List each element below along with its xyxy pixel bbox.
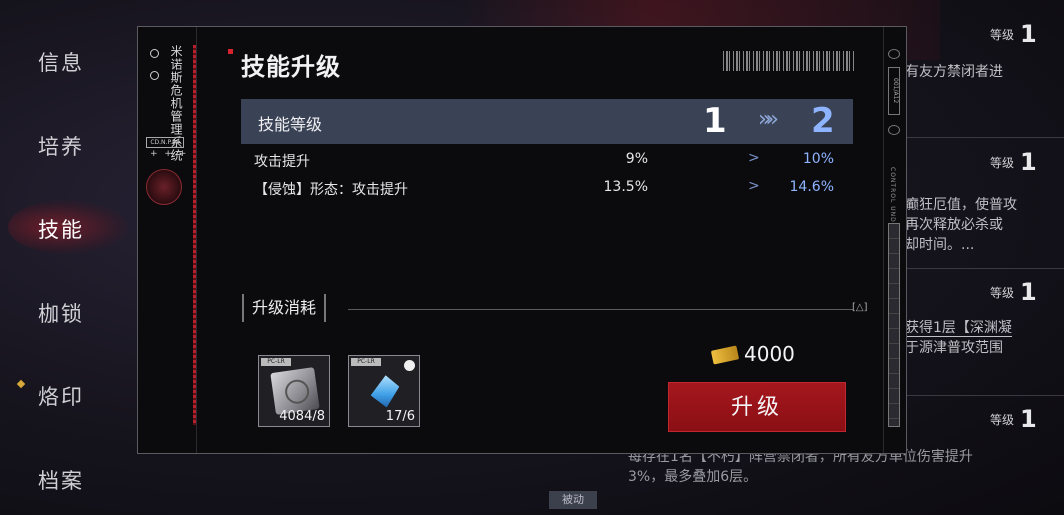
divider xyxy=(348,309,853,310)
left-nav: 信息 培养 技能 枷锁 烙印 档案 xyxy=(0,0,130,515)
stat-new-value: 14.6% xyxy=(789,179,834,195)
item-tag: PC-LR xyxy=(351,358,381,366)
level-indicator: 等级 1 xyxy=(990,20,1037,48)
stat-name: 【侵蚀】形态：攻击提升 xyxy=(254,182,408,198)
skill-desc-text: 于源津普攻范围 xyxy=(905,340,1003,356)
next-level: 2 xyxy=(811,101,835,141)
item-count: 4084/8 xyxy=(279,409,325,424)
modal-title: 技能升级 xyxy=(241,53,341,81)
unit-label: 001/A12 xyxy=(888,67,900,115)
divider xyxy=(905,137,1064,138)
blue-crystal-icon xyxy=(369,373,402,409)
nav-item-archive[interactable]: 档案 xyxy=(38,465,84,495)
red-stripe xyxy=(193,45,196,425)
double-chevron-icon: »» xyxy=(758,107,779,132)
stat-old-value: 9% xyxy=(625,151,648,167)
skill-desc-text: 有友方禁闭者进 xyxy=(905,64,1003,80)
skill-level-label: 技能等级 xyxy=(258,115,323,134)
modal-side-strip: 米诺斯危机管理系统 CD.N.P.58 + + + xyxy=(138,27,197,453)
upgrade-button[interactable]: 升级 xyxy=(668,382,846,432)
barcode-decoration xyxy=(723,51,855,71)
level-indicator: 等级 1 xyxy=(990,405,1037,433)
skill-desc-text: 再次释放必杀或 xyxy=(905,217,1003,233)
stat-row: 攻击提升 9% > 10% xyxy=(254,150,854,173)
background-skill-list: 等级 1 有友方禁闭者进 等级 1 癫狂厄值，使普攻 再次释放必杀或 却时间。...… xyxy=(905,0,1064,515)
currency-icon xyxy=(710,345,740,365)
item-tag: PC-LR xyxy=(261,358,291,366)
stat-row: 【侵蚀】形态：攻击提升 13.5% > 14.6% xyxy=(254,178,854,201)
skill-level-bar: 技能等级 1 »» 2 xyxy=(241,99,853,144)
item-count: 17/6 xyxy=(385,409,415,424)
new-indicator-icon xyxy=(16,379,26,389)
nav-item-skill[interactable]: 技能 xyxy=(38,214,84,244)
nav-item-brand[interactable]: 烙印 xyxy=(38,381,84,411)
nav-item-info[interactable]: 信息 xyxy=(38,47,84,77)
plus-icons: + + + xyxy=(150,149,189,159)
info-badge-icon xyxy=(404,360,415,371)
currency-cost: 4000 xyxy=(744,342,795,366)
warning-icon: [△] xyxy=(852,302,868,313)
current-level: 1 xyxy=(703,101,727,141)
system-logo-icon xyxy=(146,169,182,205)
nav-item-cultivate[interactable]: 培养 xyxy=(38,131,84,161)
stat-old-value: 13.5% xyxy=(603,179,648,195)
chevron-right-icon: > xyxy=(748,178,760,194)
circle-icon xyxy=(150,49,159,58)
passive-tag[interactable]: 被动 xyxy=(549,491,597,509)
skill-upgrade-modal: 米诺斯危机管理系统 CD.N.P.58 + + + 001/A12 CONTRO… xyxy=(137,26,907,454)
stat-name: 攻击提升 xyxy=(254,154,310,170)
divider xyxy=(905,268,1064,269)
modal-right-strip: 001/A12 CONTROL UNDER SURVEILLANCE xyxy=(883,27,906,453)
circle-icon xyxy=(150,71,159,80)
skill-desc-text: 却时间。... xyxy=(905,237,975,253)
skill-desc-text: 癫狂厄值，使普攻 xyxy=(905,197,1017,213)
level-indicator: 等级 1 xyxy=(990,278,1037,306)
system-tag: CD.N.P.58 xyxy=(146,137,184,148)
level-indicator: 等级 1 xyxy=(990,148,1037,176)
divider xyxy=(905,395,1064,396)
upgrade-cost-title: 升级消耗 xyxy=(242,294,327,322)
material-item[interactable]: PC-LR 4084/8 xyxy=(258,355,330,427)
skill-desc-text: 获得1层【深渊凝 xyxy=(905,320,1012,337)
stat-new-value: 10% xyxy=(802,151,834,167)
material-item[interactable]: PC-LR 17/6 xyxy=(348,355,420,427)
title-marker-icon xyxy=(228,49,233,54)
decor-scale xyxy=(888,223,900,427)
chevron-right-icon: > xyxy=(748,150,760,166)
circle-icon xyxy=(888,49,900,59)
silver-badge-icon xyxy=(270,367,320,415)
nav-item-shackle[interactable]: 枷锁 xyxy=(38,298,84,328)
gear-icon xyxy=(888,125,900,135)
passive-desc-line: 3%，最多叠加6层。 xyxy=(628,469,758,485)
